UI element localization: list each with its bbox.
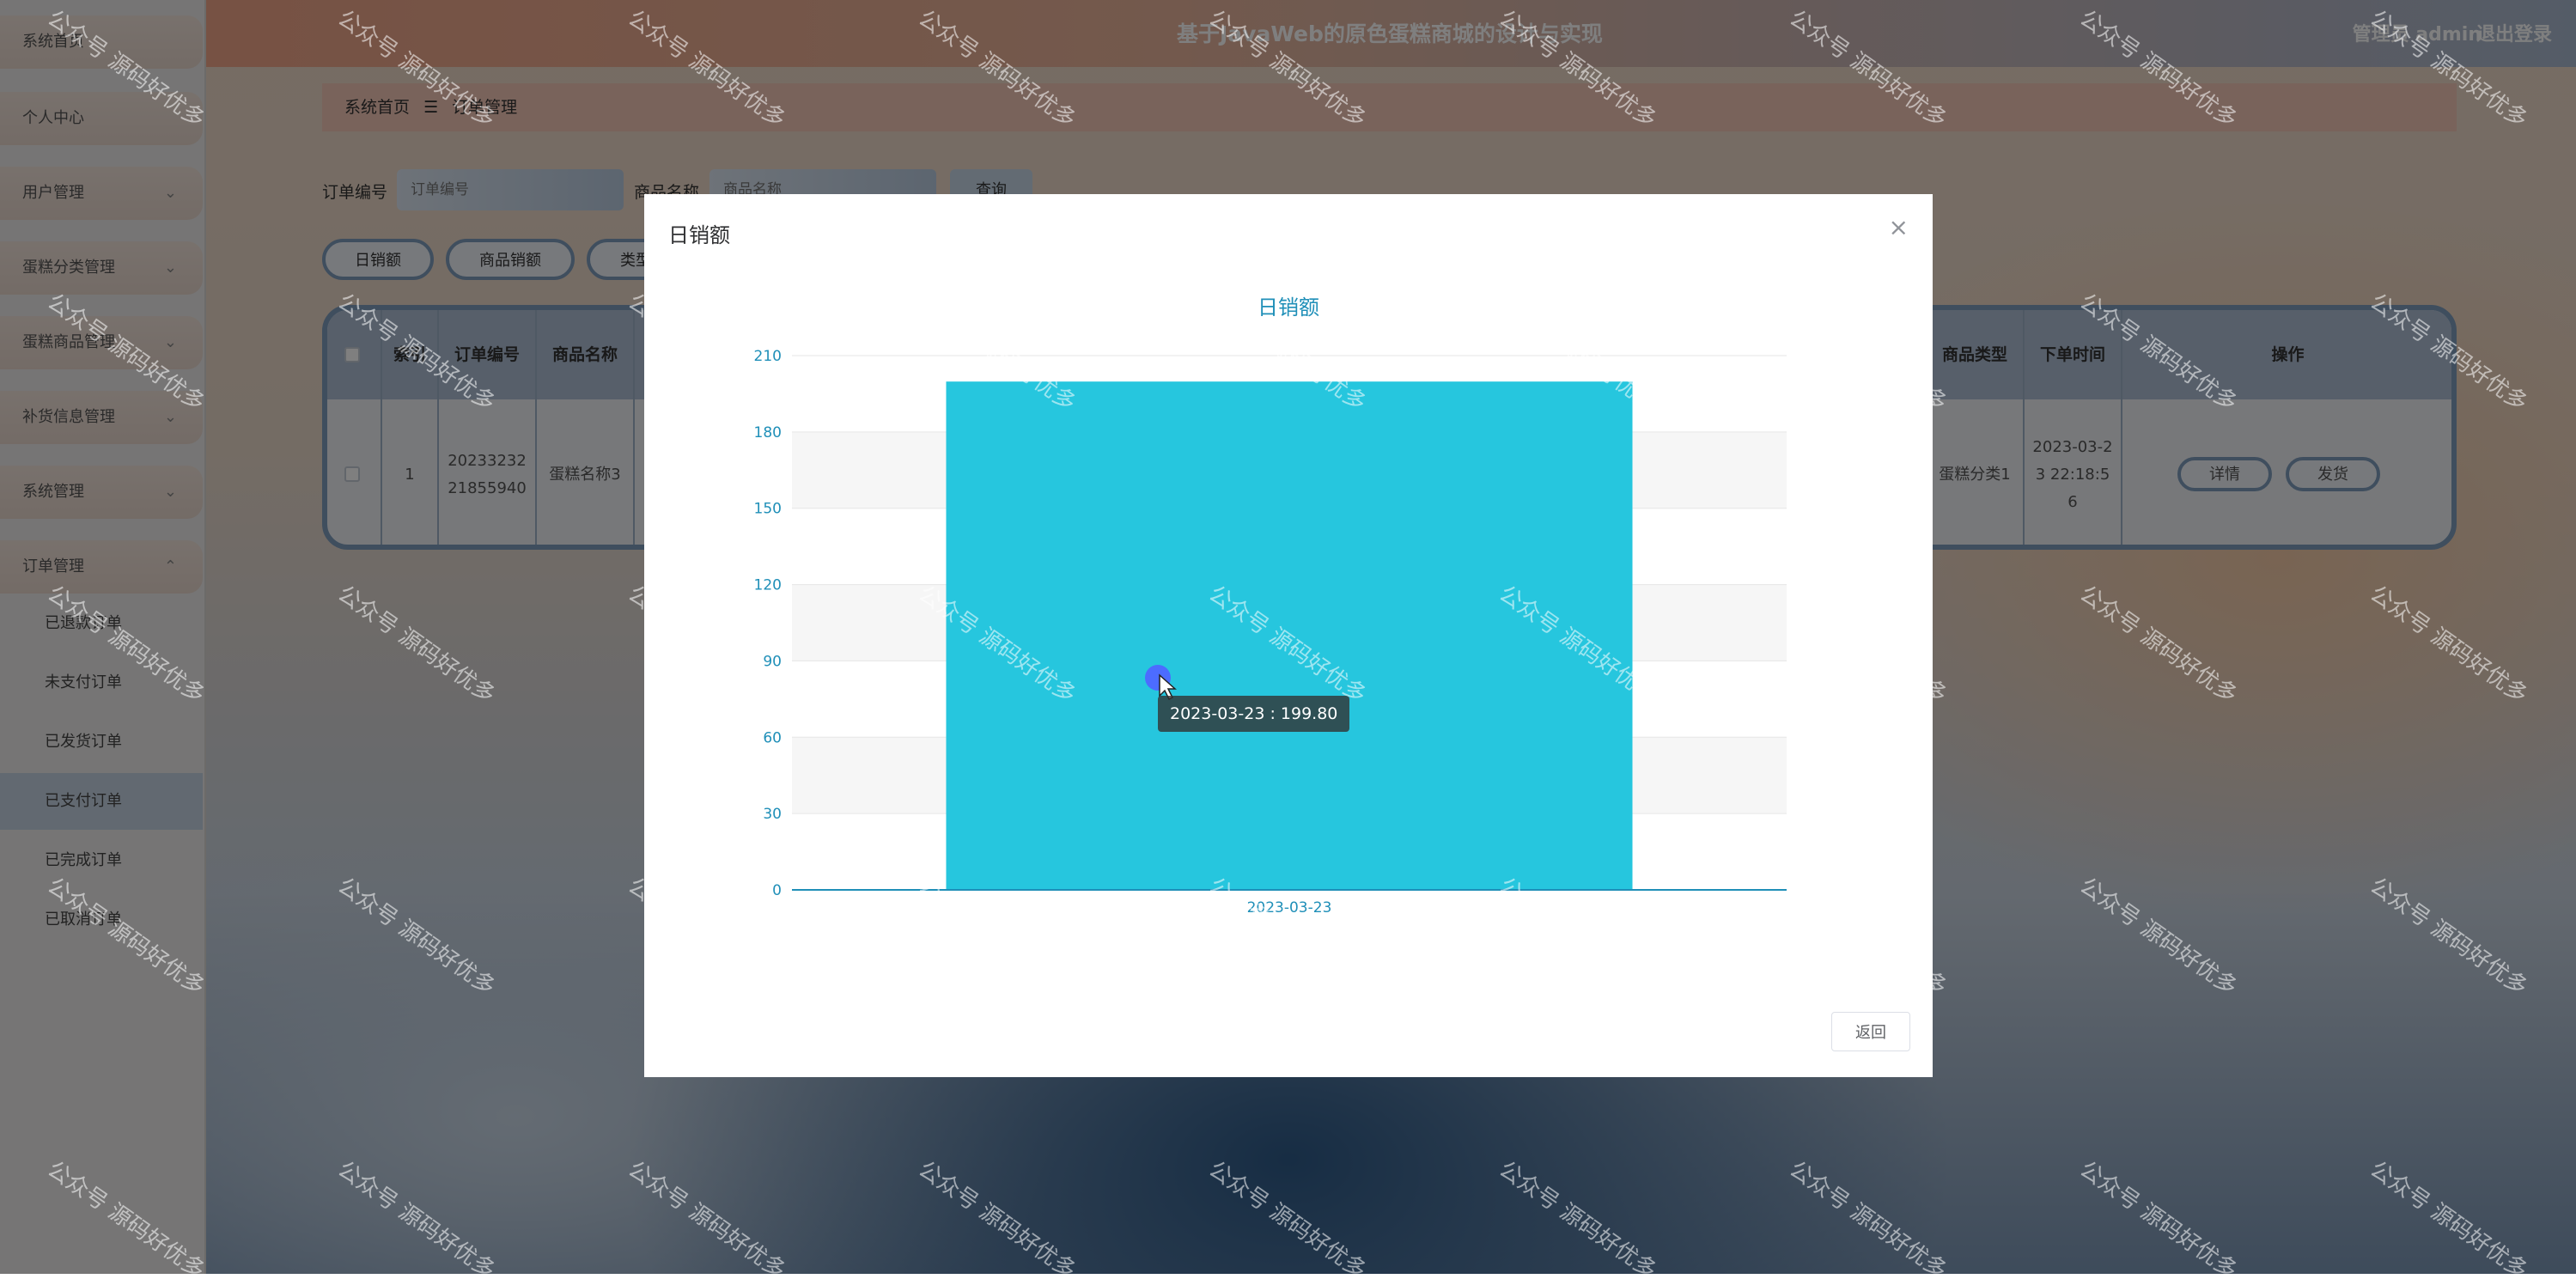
chart-bar (946, 381, 1633, 890)
daily-sales-dialog: 日销额 × 日销额 0 30 60 90 120 150 180 210 2023-03-23 … (644, 194, 1933, 1077)
back-button[interactable]: 返回 (1831, 1012, 1910, 1051)
y-tick-label: 120 (754, 577, 782, 594)
x-tick-label: 2023-03-23 (1247, 899, 1332, 917)
y-tick-label: 60 (763, 729, 782, 746)
y-tick-label: 210 (754, 348, 782, 365)
chart-tooltip: 2023-03-23 : 199.80 (1158, 696, 1350, 732)
y-tick-label: 150 (754, 501, 782, 518)
daily-sales-chart: 0 30 60 90 120 150 180 210 2023-03-23 (754, 348, 1787, 917)
y-tick-label: 0 (772, 882, 782, 899)
y-tick-label: 30 (763, 806, 782, 823)
y-tick-label: 90 (763, 653, 782, 670)
y-tick-label: 180 (754, 424, 782, 442)
